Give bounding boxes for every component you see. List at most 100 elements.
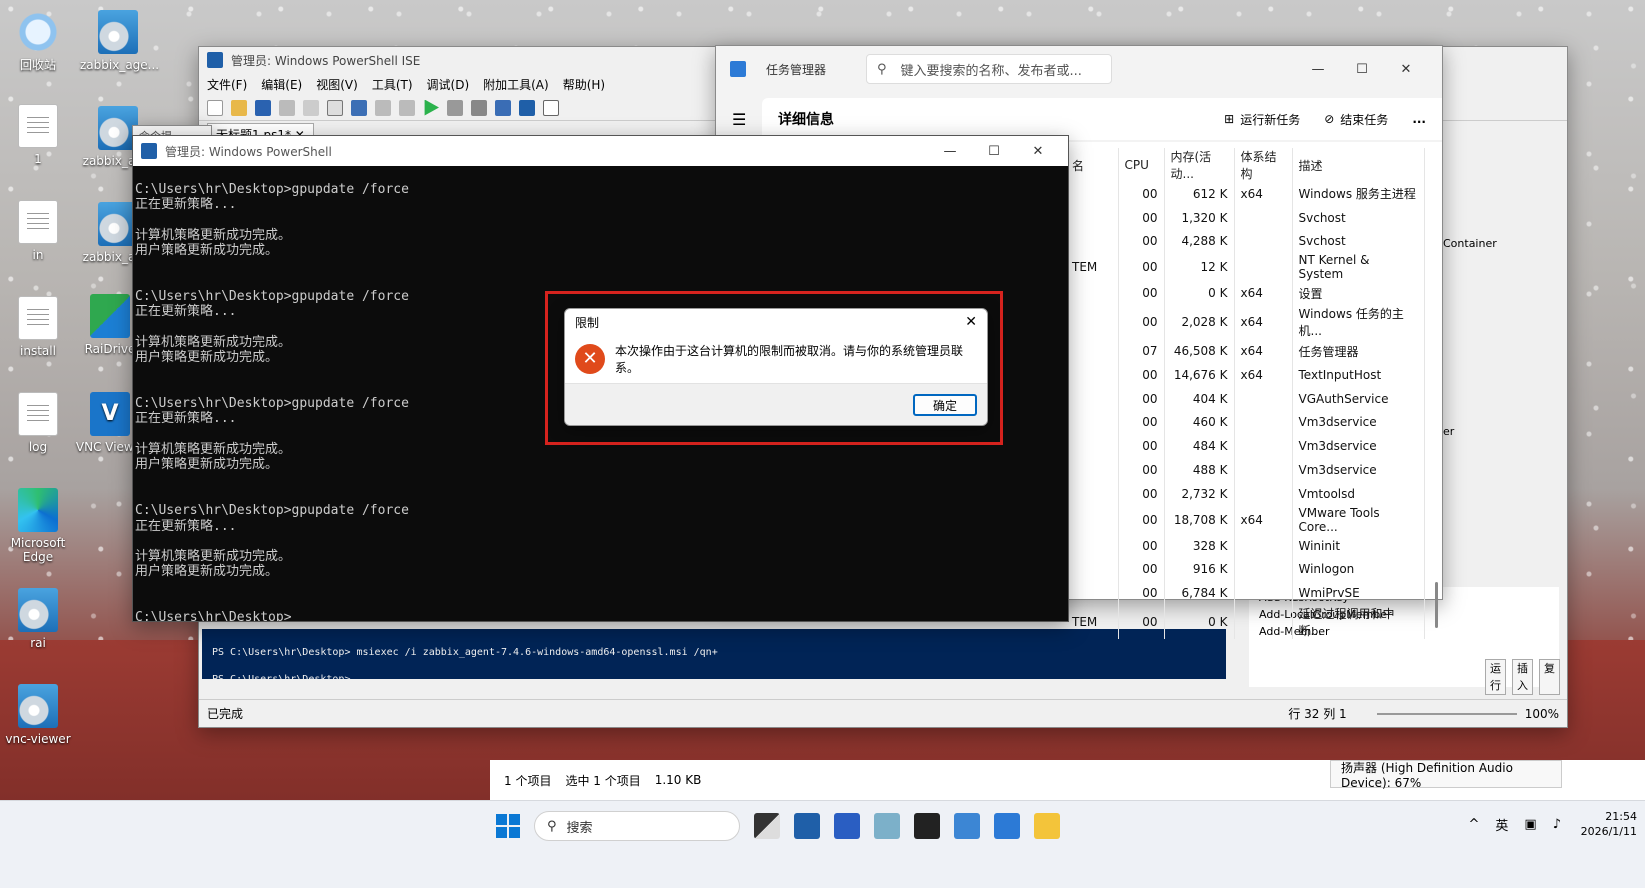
cell-mem: 488 K — [1164, 458, 1235, 482]
desktop-icon-log[interactable]: log — [0, 392, 76, 454]
task-view-icon[interactable] — [754, 813, 780, 839]
task-manager-icon — [730, 61, 746, 77]
table-row[interactable]: TEM 00 0 K 延迟过程调用和中断... — [1066, 605, 1425, 640]
dialog-title: 限制 — [575, 315, 600, 330]
run-button[interactable]: 运行 — [1485, 659, 1506, 695]
desktop-icon-edge[interactable]: Microsoft Edge — [0, 488, 76, 564]
stop-icon[interactable] — [471, 99, 487, 116]
column-header-cpu[interactable]: CPU — [1118, 148, 1165, 182]
undo-icon[interactable] — [375, 99, 391, 116]
chevron-up-icon[interactable]: ^ — [1468, 817, 1479, 832]
save-icon[interactable] — [255, 99, 271, 116]
task-manager-search-box[interactable]: ⚲ 键入要搜索的名称、发布者或... — [866, 54, 1113, 84]
hamburger-menu-icon[interactable]: ☰ — [732, 110, 746, 129]
desktop-icon-zabbix-agent-1[interactable]: zabbix_age... — [80, 10, 159, 72]
copy-icon[interactable] — [303, 99, 319, 116]
table-row[interactable]: 00 2,732 K Vmtoolsd — [1066, 481, 1425, 506]
table-row[interactable]: 00 328 K Wininit — [1066, 533, 1425, 558]
control-panel-taskbar-icon[interactable] — [954, 813, 980, 839]
remote-powershell-icon[interactable] — [495, 99, 511, 116]
ime-indicator[interactable]: 英 — [1495, 815, 1508, 834]
insert-button[interactable]: 插入 — [1512, 659, 1533, 695]
cell-cpu: 00 — [1118, 305, 1165, 340]
taskbar-clock[interactable]: 21:54 2026/1/11 — [1581, 809, 1637, 839]
table-row[interactable]: 00 916 K Winlogon — [1066, 557, 1425, 582]
minimize-button[interactable]: — — [1296, 62, 1340, 77]
copy-button[interactable]: 复 — [1539, 659, 1560, 695]
column-header-memory[interactable]: 内存(活动... — [1164, 148, 1235, 182]
menu-debug[interactable]: 调试(D) — [427, 76, 470, 93]
file-explorer-taskbar-icon[interactable] — [1034, 813, 1060, 839]
table-row[interactable]: 00 2,028 Kx64 Windows 任务的主机... — [1066, 305, 1425, 340]
cell-mem: 484 K — [1164, 434, 1235, 459]
task-manager-titlebar[interactable]: 任务管理器 ⚲ 键入要搜索的名称、发布者或... — ☐ ✕ — [716, 46, 1442, 92]
ok-button[interactable]: 确定 — [913, 394, 977, 416]
clear-icon[interactable] — [351, 99, 367, 116]
run-new-task-button[interactable]: ⊞ 运行新任务 — [1224, 111, 1300, 128]
menu-view[interactable]: 视图(V) — [316, 76, 358, 93]
maximize-button[interactable]: ☐ — [1340, 62, 1384, 77]
desktop-icon-rai[interactable]: rai — [0, 588, 76, 650]
column-header-arch[interactable]: 体系结构 — [1234, 148, 1293, 182]
dialog-close-icon[interactable]: ✕ — [965, 314, 977, 330]
desktop-icon-recycle-bin[interactable]: 回收站 — [0, 10, 76, 72]
speaker-icon[interactable]: ♪ — [1553, 817, 1561, 832]
console-titlebar[interactable]: 管理员: Windows PowerShell — ☐ ✕ — [133, 136, 1068, 166]
cell-mem: 1,320 K — [1164, 205, 1235, 230]
desktop-icon-install[interactable]: install — [0, 296, 76, 358]
close-button[interactable]: ✕ — [1384, 62, 1428, 77]
menu-edit[interactable]: 编辑(E) — [261, 76, 302, 93]
cell-mem: 4,288 K — [1164, 229, 1235, 254]
powershell-console-icon[interactable] — [519, 99, 535, 116]
table-row[interactable]: 00 4,288 K Svchost — [1066, 229, 1425, 254]
menu-tools[interactable]: 工具(T) — [372, 76, 413, 93]
table-row[interactable]: 00 460 K Vm3dservice — [1066, 410, 1425, 435]
table-row[interactable]: 00 0 Kx64 设置 — [1066, 281, 1425, 306]
table-row[interactable]: 00 6,784 K WmiPrvSE — [1066, 581, 1425, 606]
zoom-slider[interactable] — [1376, 712, 1517, 715]
scrollbar-thumb[interactable] — [1435, 582, 1438, 628]
cell-arch — [1234, 386, 1293, 411]
notepad-taskbar-icon[interactable] — [874, 813, 900, 839]
table-row[interactable]: 00 404 K VGAuthService — [1066, 386, 1425, 411]
end-task-button[interactable]: ⊘ 结束任务 — [1324, 111, 1388, 128]
table-row[interactable]: 07 46,508 Kx64 任务管理器 — [1066, 339, 1425, 363]
dialog-titlebar[interactable]: 限制 ✕ — [565, 309, 987, 335]
desktop-icon-label: 回收站 — [19, 58, 56, 72]
table-row[interactable]: 00 488 K Vm3dservice — [1066, 458, 1425, 482]
powershell-taskbar-icon[interactable] — [834, 813, 860, 839]
layout-icon[interactable] — [543, 99, 559, 116]
taskbar-search[interactable]: ⚲ 搜索 — [534, 811, 740, 841]
terminal-taskbar-icon[interactable] — [914, 813, 940, 839]
maximize-button[interactable]: ☐ — [972, 144, 1016, 159]
column-header-user[interactable]: 名 — [1066, 148, 1119, 182]
column-header-description[interactable]: 描述 — [1292, 148, 1425, 182]
open-folder-icon[interactable] — [231, 99, 247, 116]
vnc-icon: V — [90, 392, 130, 436]
start-button[interactable] — [496, 814, 520, 838]
table-row[interactable]: 00 1,320 K Svchost — [1066, 205, 1425, 230]
menu-addons[interactable]: 附加工具(A) — [483, 76, 549, 93]
run-selection-icon[interactable] — [447, 99, 463, 116]
more-options-button[interactable]: ... — [1412, 112, 1426, 126]
new-file-icon[interactable] — [207, 99, 223, 116]
table-row[interactable]: 00 18,708 Kx64 VMware Tools Core... — [1066, 505, 1425, 534]
run-icon[interactable] — [424, 99, 439, 116]
powershell-ise-taskbar-icon[interactable] — [794, 813, 820, 839]
paste-icon[interactable] — [327, 99, 343, 116]
menu-help[interactable]: 帮助(H) — [563, 76, 605, 93]
cut-icon[interactable] — [279, 99, 295, 116]
close-button[interactable]: ✕ — [1016, 144, 1060, 159]
desktop-icon-file-1[interactable]: 1 — [0, 104, 76, 166]
table-row[interactable]: 00 14,676 Kx64 TextInputHost — [1066, 362, 1425, 387]
desktop-icon-vnc-viewer[interactable]: vnc-viewer — [0, 684, 76, 746]
table-row[interactable]: 00 484 K Vm3dservice — [1066, 434, 1425, 459]
minimize-button[interactable]: — — [928, 144, 972, 159]
table-row[interactable]: 00 612 Kx64 Windows 服务主进程 — [1066, 182, 1425, 206]
redo-icon[interactable] — [399, 99, 415, 116]
desktop-icon-file-in[interactable]: in — [0, 200, 76, 262]
network-icon[interactable]: ▣ — [1524, 817, 1536, 832]
table-row[interactable]: TEM 00 12 K NT Kernel & System — [1066, 253, 1425, 282]
menu-file[interactable]: 文件(F) — [207, 76, 247, 93]
task-manager-taskbar-icon[interactable] — [994, 813, 1020, 839]
